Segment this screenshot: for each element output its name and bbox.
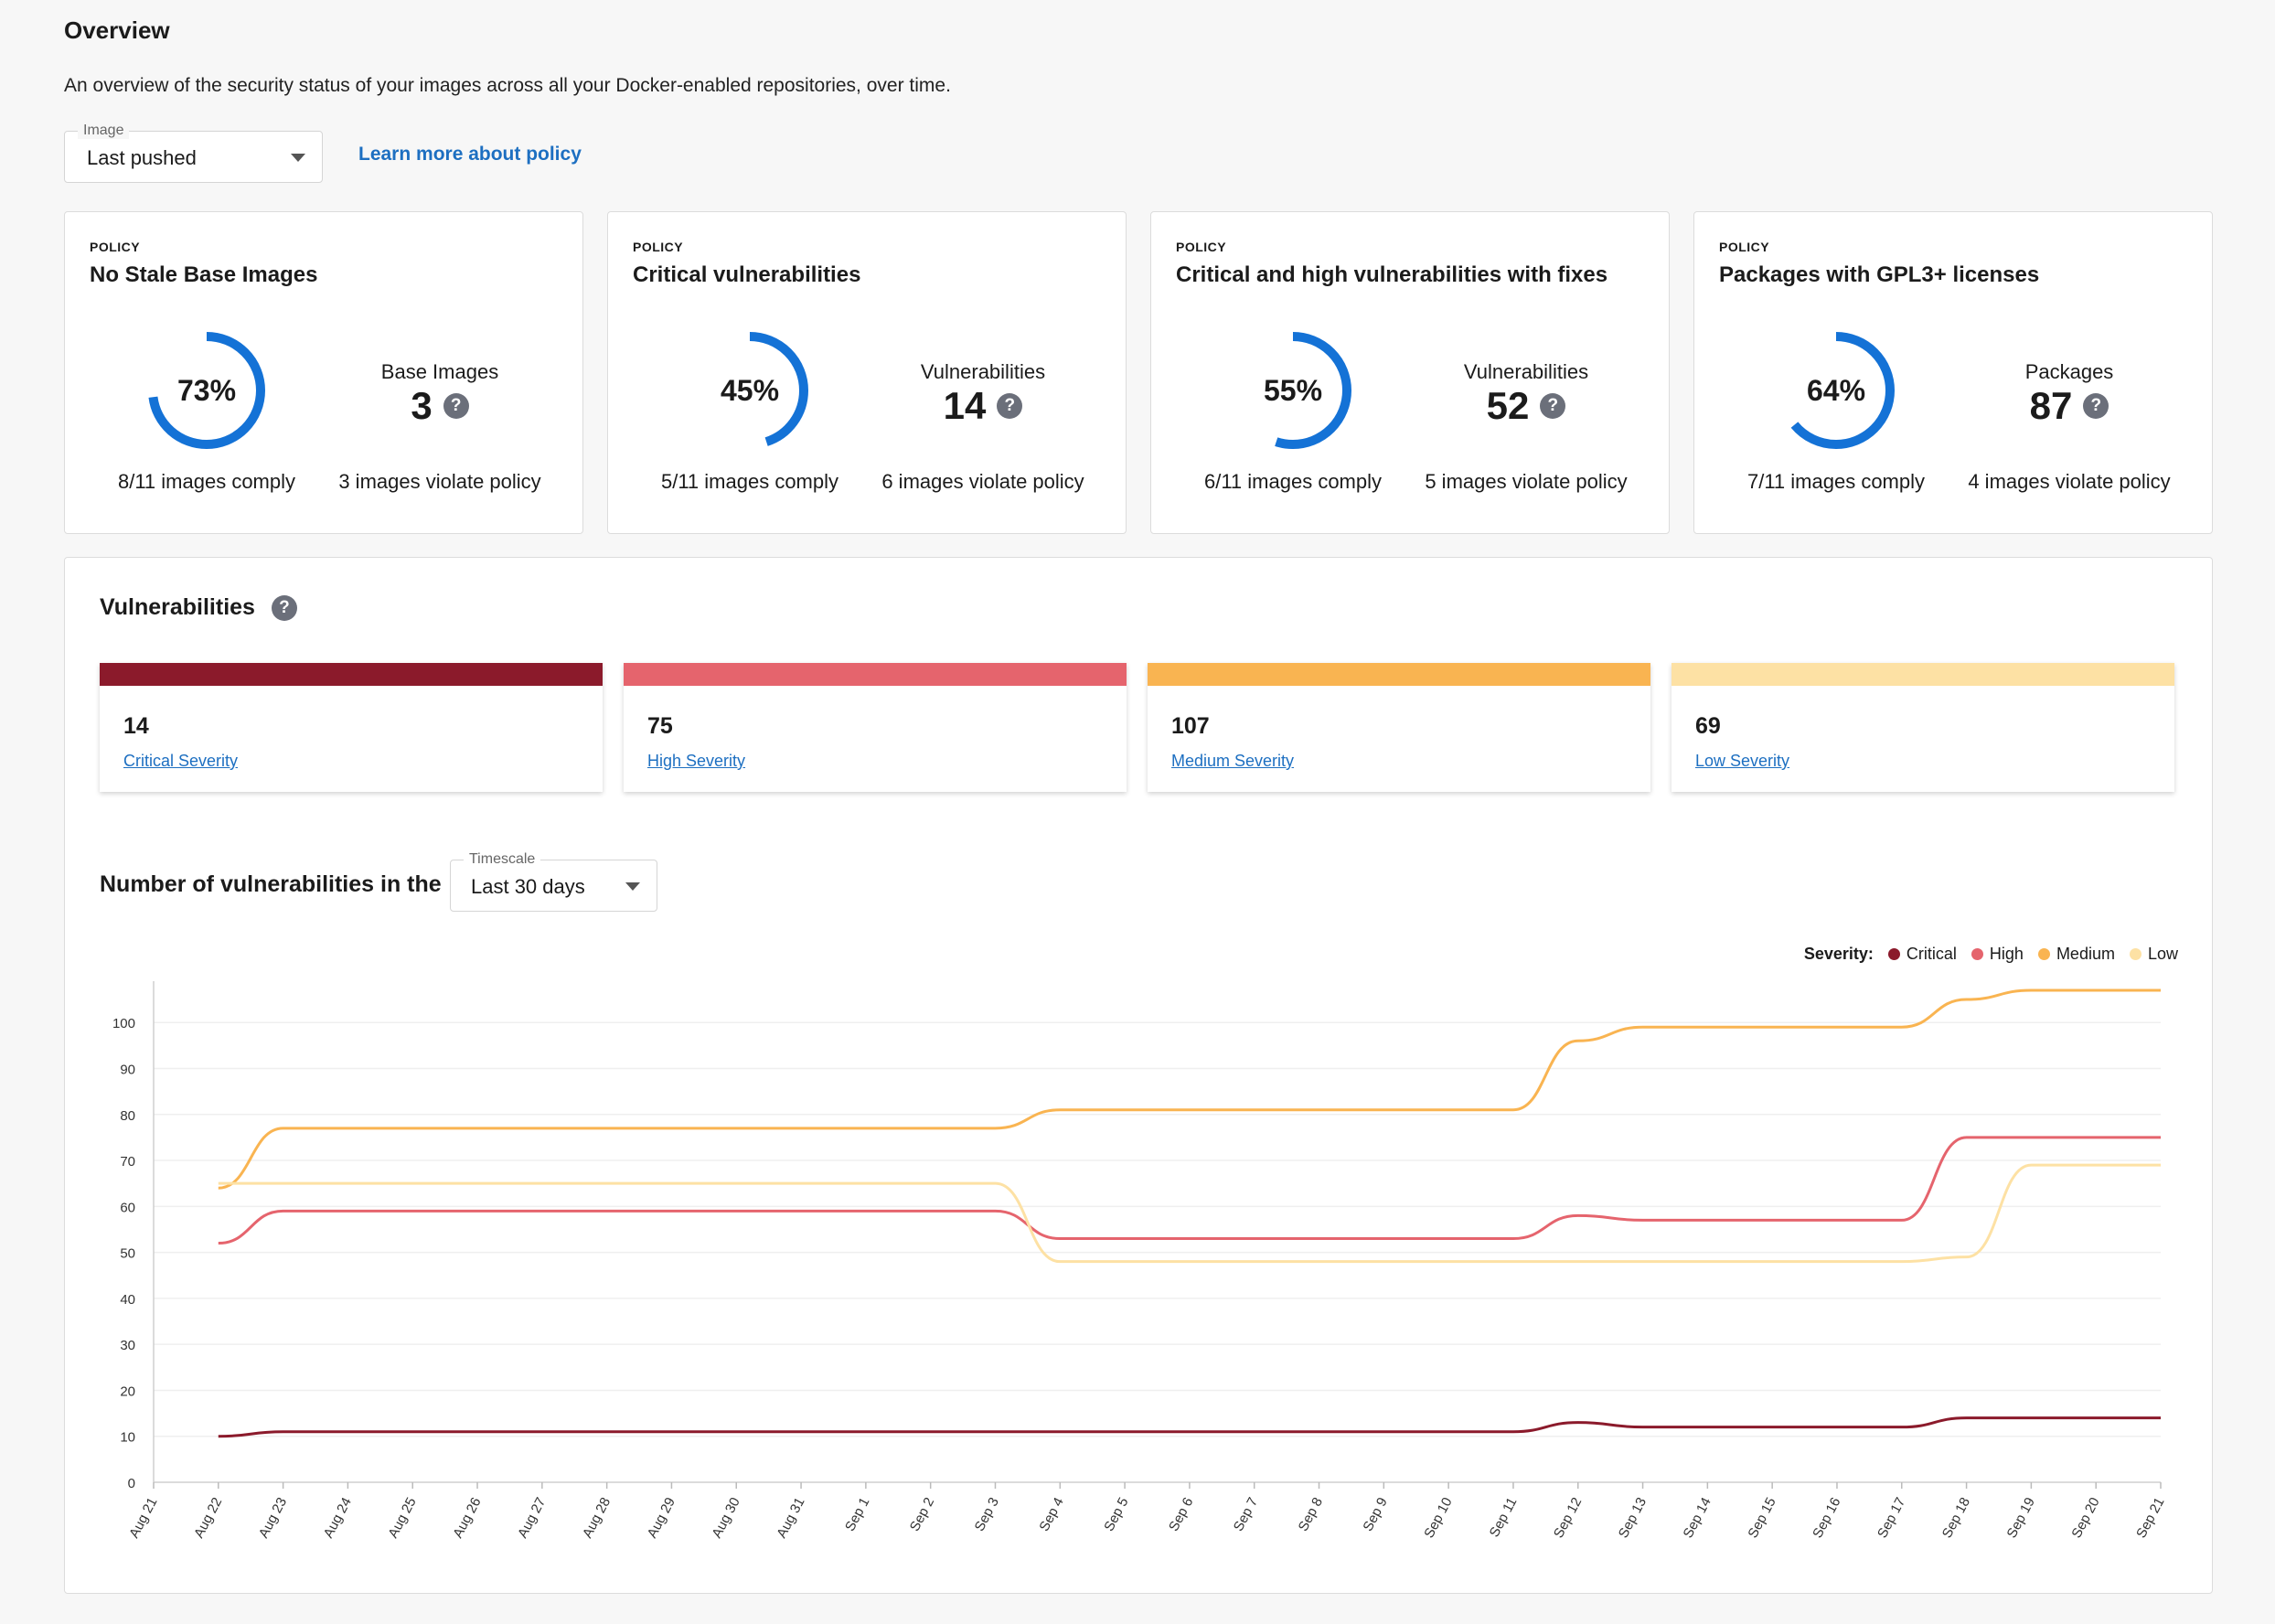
y-tick-label: 100: [112, 1016, 135, 1031]
metric-value: 14?: [901, 384, 1065, 428]
y-tick-label: 90: [120, 1062, 135, 1077]
metric-label: Vulnerabilities: [920, 360, 1046, 383]
comply-text: 7/11 images comply: [1746, 470, 1925, 493]
policy-card: POLICY No Stale Base Images 73% Base Ima…: [64, 211, 583, 534]
violate-text: 5 images violate policy: [1425, 470, 1628, 493]
x-tick-label: Aug 25: [385, 1495, 419, 1541]
x-tick-label: Sep 21: [2133, 1495, 2167, 1541]
compliance-percent: 73%: [176, 373, 237, 407]
metric-number: 87: [2029, 384, 2073, 427]
metric-value: 52?: [1444, 384, 1608, 428]
policy-label: POLICY: [1719, 240, 1770, 254]
y-tick-label: 50: [120, 1246, 135, 1262]
caret-down-icon: [291, 154, 305, 162]
comply-text: 8/11 images comply: [117, 470, 295, 493]
metric-value: 87?: [1987, 384, 2152, 428]
x-tick-label: Sep 11: [1487, 1495, 1521, 1540]
y-tick-label: 30: [120, 1338, 135, 1353]
series-line-high: [218, 1136, 2161, 1245]
x-tick-label: Sep 10: [1421, 1495, 1455, 1541]
metric-label: Base Images: [380, 360, 499, 383]
page-title: Overview: [64, 16, 170, 44]
comply-text: 6/11 images comply: [1203, 470, 1382, 493]
x-tick-label: Aug 30: [709, 1495, 742, 1541]
x-tick-label: Sep 2: [907, 1495, 937, 1534]
policy-card: POLICY Critical vulnerabilities 45% Vuln…: [607, 211, 1127, 534]
y-tick-label: 10: [120, 1430, 135, 1446]
policy-name: Critical and high vulnerabilities with f…: [1176, 262, 1608, 287]
x-tick-label: Sep 17: [1874, 1495, 1908, 1541]
x-tick-label: Sep 20: [2068, 1495, 2102, 1541]
page-description: An overview of the security status of yo…: [64, 75, 951, 96]
x-tick-label: Sep 15: [1745, 1495, 1778, 1541]
x-tick-label: Aug 24: [321, 1495, 355, 1541]
image-select-value: Last pushed: [87, 146, 197, 169]
y-tick-label: 40: [120, 1292, 135, 1308]
policy-card: POLICY Critical and high vulnerabilities…: [1150, 211, 1670, 534]
violate-text: 6 images violate policy: [881, 470, 1084, 493]
policy-label: POLICY: [90, 240, 141, 254]
x-tick-label: Aug 26: [450, 1495, 484, 1541]
y-tick-label: 60: [120, 1200, 135, 1215]
policy-name: Critical vulnerabilities: [633, 262, 861, 287]
x-tick-label: Aug 22: [191, 1495, 225, 1541]
learn-more-link[interactable]: Learn more about policy: [358, 144, 582, 166]
metric-number: 3: [411, 384, 433, 427]
metric-label: Packages: [2024, 360, 2114, 383]
image-select-label: Image: [78, 123, 130, 139]
help-icon[interactable]: ?: [997, 393, 1023, 419]
x-tick-label: Sep 12: [1551, 1495, 1585, 1541]
x-tick-label: Sep 19: [2004, 1495, 2038, 1541]
x-tick-label: Sep 18: [1939, 1495, 1973, 1541]
x-tick-label: Sep 6: [1166, 1495, 1196, 1534]
x-tick-label: Sep 3: [972, 1495, 1002, 1534]
help-icon[interactable]: ?: [443, 393, 469, 419]
y-tick-label: 70: [120, 1154, 135, 1170]
metric-number: 52: [1486, 384, 1530, 427]
vulnerabilities-panel: Vulnerabilities ? 14 Critical Severity 7…: [64, 557, 2213, 1594]
policy-label: POLICY: [1176, 240, 1227, 254]
x-tick-label: Sep 13: [1616, 1495, 1650, 1541]
policy-card: POLICY Packages with GPL3+ licenses 64% …: [1693, 211, 2213, 534]
x-tick-label: Aug 23: [256, 1495, 290, 1541]
comply-text: 5/11 images comply: [660, 470, 838, 493]
violate-text: 4 images violate policy: [1968, 470, 2171, 493]
compliance-percent: 55%: [1263, 373, 1323, 407]
x-tick-label: Sep 16: [1810, 1495, 1843, 1541]
violate-text: 3 images violate policy: [338, 470, 541, 493]
policy-name: No Stale Base Images: [90, 262, 318, 287]
x-tick-label: Sep 4: [1036, 1495, 1066, 1534]
x-tick-label: Sep 1: [842, 1495, 872, 1534]
x-tick-label: Aug 28: [580, 1495, 614, 1541]
vulnerability-trend-chart: 0 10 20 30 40 50 60 70 80 90 100 Aug 21 Aug 22 Aug 23…: [112, 981, 2168, 1541]
policy-label: POLICY: [633, 240, 684, 254]
metric-number: 14: [943, 384, 987, 427]
help-icon[interactable]: ?: [1540, 393, 1566, 419]
y-tick-label: 0: [128, 1476, 135, 1491]
series-line-medium: [218, 988, 2161, 1190]
y-tick-label: 80: [120, 1108, 135, 1124]
policy-name: Packages with GPL3+ licenses: [1719, 262, 2040, 287]
series-line-low: [218, 1163, 2161, 1264]
help-icon[interactable]: ?: [2083, 393, 2109, 419]
x-tick-label: Aug 21: [126, 1495, 160, 1541]
image-select[interactable]: Image Last pushed: [64, 123, 323, 183]
metric-label: Vulnerabilities: [1463, 360, 1589, 383]
x-tick-label: Sep 14: [1681, 1495, 1714, 1541]
series-line-critical: [218, 1416, 2161, 1438]
y-tick-label: 20: [120, 1384, 135, 1399]
compliance-percent: 45%: [720, 373, 780, 407]
metric-value: 3?: [358, 384, 522, 428]
x-tick-label: Sep 5: [1101, 1495, 1131, 1534]
compliance-percent: 64%: [1806, 373, 1866, 407]
x-tick-label: Aug 31: [774, 1495, 807, 1541]
x-tick-label: Aug 27: [515, 1495, 549, 1541]
x-tick-label: Aug 29: [645, 1495, 678, 1541]
x-tick-label: Sep 7: [1231, 1495, 1261, 1534]
x-tick-label: Sep 9: [1360, 1495, 1390, 1534]
x-tick-label: Sep 8: [1296, 1495, 1326, 1534]
